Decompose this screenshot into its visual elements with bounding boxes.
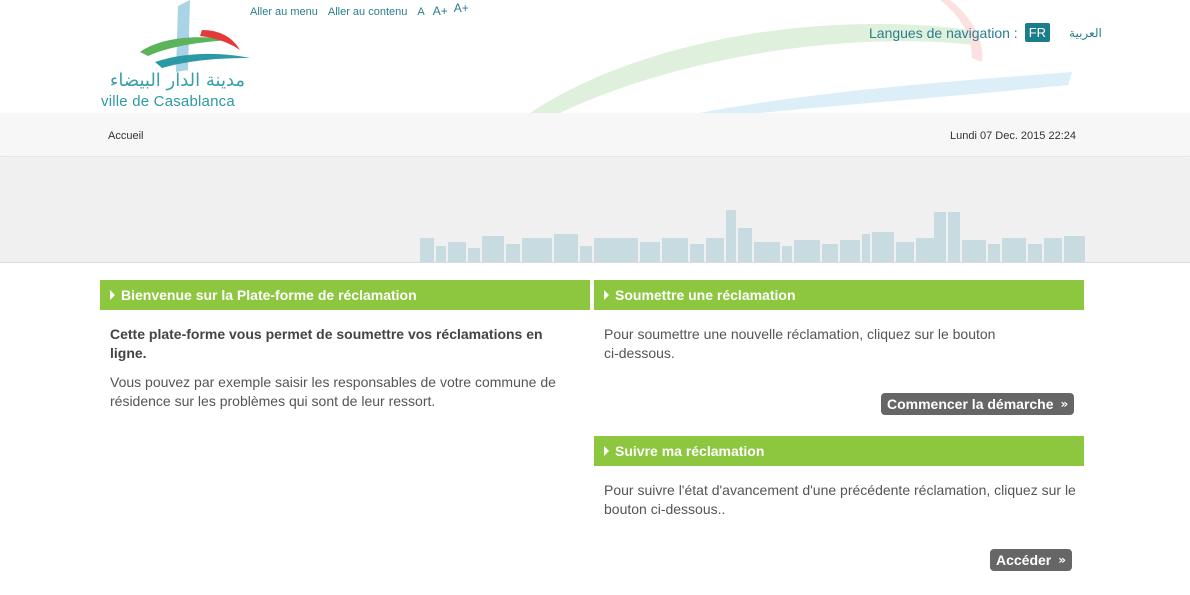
skip-to-content-link[interactable]: Aller au contenu <box>328 6 408 18</box>
language-switcher: Langues de navigation : FR العربية <box>869 23 1102 42</box>
welcome-title: Bienvenue sur la Plate-forme de réclamat… <box>121 287 417 303</box>
accessibility-links: Aller au menu Aller au contenu A A+ A+ <box>250 1 469 18</box>
decorative-swoosh <box>530 0 1072 113</box>
access-claim-button[interactable]: Accéder » <box>990 549 1073 571</box>
submit-panel-header: Soumettre une réclamation <box>594 280 1084 310</box>
submit-body: Pour soumettre une nouvelle réclamation,… <box>604 326 996 361</box>
language-label: Langues de navigation : <box>869 24 1018 41</box>
welcome-lead-text: Cette plate-forme vous permet de soumett… <box>110 326 543 361</box>
welcome-panel-header: Bienvenue sur la Plate-forme de réclamat… <box>100 280 590 310</box>
home-link[interactable]: Accueil <box>108 130 143 142</box>
start-claim-button[interactable]: Commencer la démarche » <box>881 393 1075 415</box>
font-size-larger-button[interactable]: A+ <box>454 1 469 15</box>
start-claim-label: Commencer la démarche <box>887 396 1054 412</box>
logo-arabic-text: مدينة الدار البيضاء <box>109 70 246 91</box>
skip-to-menu-link[interactable]: Aller au menu <box>250 6 318 18</box>
welcome-lead: Cette plate-forme vous permet de soumett… <box>110 325 580 363</box>
skyline-illustration <box>420 210 1085 262</box>
language-ar-link[interactable]: العربية <box>1069 26 1102 40</box>
track-title: Suivre ma réclamation <box>615 443 765 459</box>
language-fr-button[interactable]: FR <box>1024 23 1051 42</box>
double-chevron-right-icon: » <box>1060 397 1069 411</box>
track-panel-header: Suivre ma réclamation <box>594 436 1084 466</box>
logo-french-text: ville de Casablanca <box>101 93 235 110</box>
arrow-right-icon <box>604 290 609 300</box>
font-size-normal-button[interactable]: A <box>417 6 424 18</box>
page: مدينة الدار البيضاء ville de Casablanca … <box>0 0 1190 595</box>
track-body: Pour suivre l'état d'avancement d'une pr… <box>604 482 1076 517</box>
city-banner <box>0 158 1190 263</box>
font-size-large-button[interactable]: A+ <box>433 4 448 18</box>
double-chevron-right-icon: » <box>1058 553 1067 567</box>
arrow-right-icon <box>110 290 115 300</box>
welcome-body: Vous pouvez par exemple saisir les respo… <box>110 374 556 409</box>
current-datetime: Lundi 07 Dec. 2015 22:24 <box>950 130 1076 142</box>
arrow-right-icon <box>604 446 609 456</box>
nav-bar: Accueil Lundi 07 Dec. 2015 22:24 <box>0 113 1190 157</box>
site-header: مدينة الدار البيضاء ville de Casablanca … <box>0 0 1190 113</box>
submit-title: Soumettre une réclamation <box>615 287 796 303</box>
access-claim-label: Accéder <box>996 552 1052 568</box>
